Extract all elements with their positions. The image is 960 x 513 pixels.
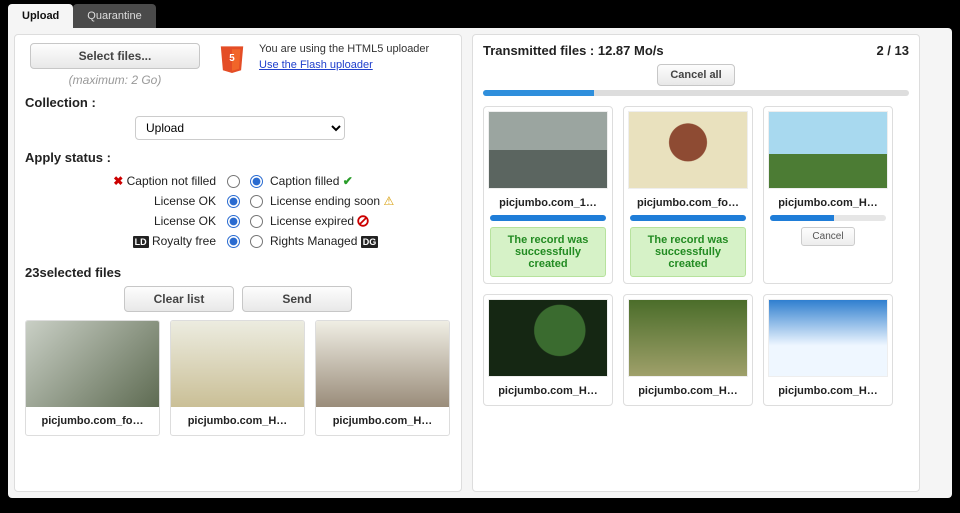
radio-license-ending[interactable]: [250, 195, 263, 208]
ld-badge-icon: LD: [133, 236, 149, 248]
transmitted-title: Transmitted files : 12.87 Mo/s: [483, 43, 664, 58]
file-thumbnail: [628, 111, 748, 189]
file-thumbnail: [488, 111, 608, 189]
forbidden-icon: [357, 214, 369, 228]
left-panel: Select files... (maximum: 2 Go) 5 You ar…: [14, 34, 462, 492]
radio-license-ok-2[interactable]: [227, 215, 240, 228]
radio-royalty-free[interactable]: [227, 235, 240, 248]
file-name: picjumbo.com_fo…: [628, 189, 748, 213]
file-thumbnail: [768, 111, 888, 189]
file-progress: [770, 215, 886, 221]
select-files-button[interactable]: Select files...: [30, 43, 200, 69]
thumbnail-image: [171, 321, 304, 407]
file-card: picjumbo.com_1… The record was successfu…: [483, 106, 613, 284]
status-caption-filled: Caption filled: [270, 174, 339, 188]
radio-caption-filled[interactable]: [250, 175, 263, 188]
send-button[interactable]: Send: [242, 286, 352, 312]
file-progress: [490, 215, 606, 221]
radio-caption-not-filled[interactable]: [227, 175, 240, 188]
collection-select[interactable]: Upload: [135, 116, 345, 140]
tab-upload[interactable]: Upload: [8, 4, 73, 28]
status-license-expired: License expired: [270, 214, 354, 228]
file-card: picjumbo.com_H…: [483, 294, 613, 406]
file-thumbnail: [488, 299, 608, 377]
file-card: picjumbo.com_fo… The record was successf…: [623, 106, 753, 284]
file-thumbnail: [768, 299, 888, 377]
radio-license-expired[interactable]: [250, 215, 263, 228]
file-name: picjumbo.com_H…: [628, 377, 748, 401]
file-cancel-button[interactable]: Cancel: [801, 227, 854, 246]
right-panel: Transmitted files : 12.87 Mo/s 2 / 13 Ca…: [472, 34, 920, 492]
warning-icon: ⚠: [383, 194, 394, 208]
selected-thumb[interactable]: picjumbo.com_H…: [315, 320, 450, 436]
tab-bar: Upload Quarantine: [8, 0, 952, 28]
file-name: picjumbo.com_1…: [488, 189, 608, 213]
thumbnail-label: picjumbo.com_H…: [171, 407, 304, 435]
thumbnail-image: [26, 321, 159, 407]
file-name: picjumbo.com_H…: [768, 377, 888, 401]
status-license-ending: License ending soon: [270, 194, 380, 208]
file-progress: [630, 215, 746, 221]
html5-icon: 5: [215, 43, 249, 78]
dg-badge-icon: DG: [361, 236, 379, 248]
clear-list-button[interactable]: Clear list: [124, 286, 234, 312]
transmitted-count: 2 / 13: [876, 43, 909, 58]
status-caption-not-filled: Caption not filled: [127, 174, 216, 188]
overall-progress: [483, 90, 909, 96]
thumbnail-label: picjumbo.com_fo…: [26, 407, 159, 435]
selected-thumb[interactable]: picjumbo.com_H…: [170, 320, 305, 436]
radio-license-ok-1[interactable]: [227, 195, 240, 208]
svg-text:5: 5: [229, 53, 235, 64]
cancel-all-button[interactable]: Cancel all: [657, 64, 734, 86]
flash-uploader-link[interactable]: Use the Flash uploader: [259, 59, 373, 71]
thumbnail-image: [316, 321, 449, 407]
file-card: picjumbo.com_H…: [623, 294, 753, 406]
file-card: picjumbo.com_H…: [763, 294, 893, 406]
tab-quarantine[interactable]: Quarantine: [73, 4, 155, 28]
status-license-ok-2: License OK: [65, 214, 220, 228]
status-rights-managed: Rights Managed: [270, 234, 357, 248]
file-name: picjumbo.com_H…: [488, 377, 608, 401]
thumbnail-label: picjumbo.com_H…: [316, 407, 449, 435]
selected-files-header: 23selected files: [25, 265, 451, 280]
selected-thumb[interactable]: picjumbo.com_fo…: [25, 320, 160, 436]
file-card: picjumbo.com_H… Cancel: [763, 106, 893, 284]
file-success-msg: The record was successfully created: [630, 227, 746, 277]
x-icon: ✖: [113, 174, 123, 188]
file-thumbnail: [628, 299, 748, 377]
uploader-note: You are using the HTML5 uploader: [259, 43, 451, 55]
radio-rights-managed[interactable]: [250, 235, 263, 248]
max-size-note: (maximum: 2 Go): [25, 73, 205, 87]
file-success-msg: The record was successfully created: [490, 227, 606, 277]
file-name: picjumbo.com_H…: [768, 189, 888, 213]
status-royalty-free: Royalty free: [152, 234, 216, 248]
apply-status-label: Apply status :: [25, 150, 451, 165]
status-license-ok: License OK: [65, 194, 220, 208]
collection-label: Collection :: [25, 95, 451, 110]
check-icon: ✔: [343, 174, 353, 188]
